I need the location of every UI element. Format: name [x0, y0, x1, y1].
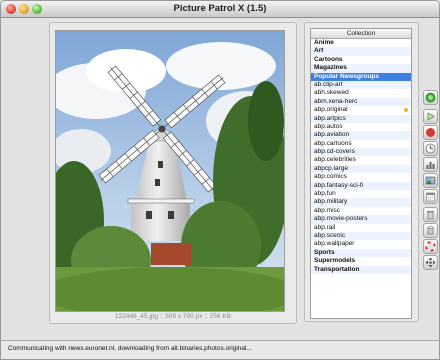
new-items-badge-icon — [404, 108, 408, 113]
status-bar: Communicating with news.euronet.nl, down… — [1, 340, 439, 359]
main-content: 122448_45.jpg :: 509 x 700 px :: 256 KB … — [1, 18, 439, 341]
record-button[interactable] — [423, 90, 438, 105]
row-label: abp.aviation — [314, 131, 350, 139]
windmill-photo — [56, 31, 284, 311]
row-label: abh.skewed — [314, 89, 349, 97]
row-label: abp.autos — [314, 122, 343, 130]
row-label: abp.artpics — [314, 114, 346, 122]
title-bar[interactable]: Picture Patrol X (1.5) — [1, 1, 439, 18]
row-label: abp.misc — [314, 206, 341, 214]
image-panel: 122448_45.jpg :: 509 x 700 px :: 256 KB — [49, 22, 297, 324]
row-label: ab.clip-art — [314, 80, 343, 88]
collection-newsgroup-row[interactable]: abh.skewed — [311, 89, 411, 97]
side-toolbar — [422, 90, 438, 290]
collection-newsgroup-row[interactable]: abp.autos — [311, 123, 411, 131]
row-label: abpcp.large — [314, 164, 348, 172]
lifebuoy-button[interactable] — [423, 239, 438, 254]
collection-newsgroup-row[interactable]: ab.clip-art — [311, 80, 411, 90]
collection-group-row[interactable]: Cartoons — [311, 56, 411, 64]
status-text: Communicating with news.euronet.nl, down… — [8, 345, 252, 352]
collection-newsgroup-row[interactable]: abp.aviation — [311, 131, 411, 140]
app-window: Picture Patrol X (1.5) 122448_45.jpg:: … — [0, 0, 440, 360]
row-label: abp.comics — [314, 173, 347, 181]
collection-group-row[interactable]: Popular Newsgroups — [311, 72, 411, 81]
row-label: Supermodels — [314, 257, 356, 265]
collection-newsgroup-row[interactable]: abp.wallpaper — [311, 240, 411, 248]
collection-newsgroup-row[interactable]: abp.artpics — [311, 114, 411, 123]
collection-newsgroup-row[interactable]: abp.cartoons — [311, 140, 411, 148]
play-button[interactable] — [423, 109, 438, 124]
row-label: Cartoons — [314, 55, 343, 63]
collection-newsgroup-row[interactable]: abp.original — [311, 106, 411, 114]
row-label: Popular Newsgroups — [314, 72, 380, 80]
collection-newsgroup-row[interactable]: abpcp.large — [311, 164, 411, 174]
collection-newsgroup-row[interactable]: abm.xena-herc — [311, 97, 411, 107]
calendar-button[interactable] — [423, 189, 438, 204]
collection-group-row[interactable]: Art — [311, 47, 411, 56]
row-label: abp.celebrities — [314, 156, 356, 164]
collection-column-header[interactable]: Collection — [311, 29, 411, 39]
row-label: abp.original — [314, 106, 348, 114]
collection-newsgroup-row[interactable]: abp.rail — [311, 224, 411, 232]
row-label: abp.cd-covers — [314, 148, 355, 156]
row-label: abp.fun — [314, 190, 336, 198]
clock-button[interactable] — [423, 141, 438, 156]
row-label: abp.cartoons — [314, 139, 352, 147]
move-button[interactable] — [423, 255, 438, 270]
row-label: Anime — [314, 39, 334, 46]
row-label: abp.scenic — [314, 231, 346, 239]
collection-newsgroup-row[interactable]: abp.cd-covers — [311, 148, 411, 157]
window-title: Picture Patrol X (1.5) — [173, 3, 267, 14]
row-label: abp.fantasy-sci-fi — [314, 181, 364, 189]
row-label: Sports — [314, 248, 335, 256]
collection-panel: Collection Anime Art Cartoons Magazines Popu… — [304, 22, 419, 322]
collection-list[interactable]: Collection Anime Art Cartoons Magazines Popu… — [310, 28, 412, 319]
collection-group-row[interactable]: Anime — [311, 39, 411, 47]
collection-group-row[interactable]: Sports — [311, 248, 411, 258]
row-label: Magazines — [314, 64, 347, 72]
collection-newsgroup-row[interactable]: abp.celebrities — [311, 156, 411, 164]
row-label: abm.xena-herc — [314, 97, 358, 105]
cylinder-button[interactable] — [423, 223, 438, 238]
stop-button[interactable] — [423, 125, 438, 140]
collection-newsgroup-row[interactable]: abp.scenic — [311, 231, 411, 241]
photo-viewer[interactable] — [55, 30, 285, 312]
chart-button[interactable] — [423, 157, 438, 172]
collection-newsgroup-row[interactable]: abp.movie-posters — [311, 215, 411, 224]
collection-group-row[interactable]: Supermodels — [311, 257, 411, 265]
row-label: abp.wallpaper — [314, 240, 355, 248]
row-label: abp.rail — [314, 223, 336, 231]
collection-group-row[interactable]: Magazines — [311, 64, 411, 73]
collection-group-row[interactable]: Transportation — [311, 265, 411, 274]
collection-newsgroup-row[interactable]: abp.fun — [311, 190, 411, 198]
collection-newsgroup-row[interactable]: abp.misc — [311, 207, 411, 215]
row-label: abp.military — [314, 198, 348, 206]
trash-button[interactable] — [423, 207, 438, 222]
image-info-label: 122448_45.jpg :: 509 x 700 px :: 256 KB — [114, 313, 231, 320]
collection-newsgroup-row[interactable]: abp.comics — [311, 173, 411, 181]
picture-button[interactable] — [423, 173, 438, 188]
row-label: Transportation — [314, 265, 360, 273]
row-label: abp.movie-posters — [314, 215, 368, 223]
row-label: Art — [314, 47, 324, 55]
collection-newsgroup-row[interactable]: abp.fantasy-sci-fi — [311, 181, 411, 191]
collection-newsgroup-row[interactable]: abp.military — [311, 198, 411, 207]
